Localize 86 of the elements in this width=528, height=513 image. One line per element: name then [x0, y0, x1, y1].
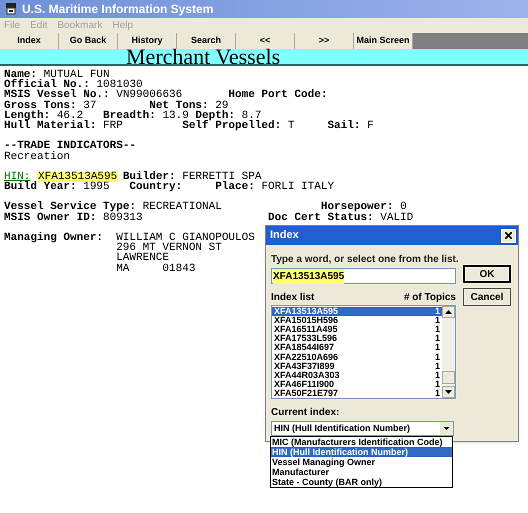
field-value: VN99006636	[116, 90, 182, 101]
field-label: Self Propelled:	[182, 120, 282, 132]
field-label: Doc Cert Status:	[268, 212, 374, 223]
field-label: Place:	[215, 182, 255, 192]
close-button[interactable]	[501, 228, 516, 242]
list-item[interactable]: XFA22510A696 1	[272, 352, 442, 362]
field-value: Recreation	[4, 152, 70, 162]
address-line: WILLIAM C GIANOPOULOS	[116, 233, 255, 244]
list-item[interactable]: XFA17533L596 1	[272, 334, 442, 344]
field-value: 46.2	[56, 110, 84, 121]
field-value: 8.7	[242, 110, 262, 121]
address-line: MA 01843	[116, 264, 196, 274]
toolbar-button[interactable]: Index	[0, 33, 59, 49]
dialog-button[interactable]: OK	[463, 265, 511, 283]
field-value: 37	[83, 100, 96, 111]
field-label: Net Tons:	[149, 100, 209, 111]
field-value: T	[288, 120, 294, 132]
list-item[interactable]: XFA13513A595 1	[272, 307, 442, 316]
field-value: RECREATIONAL	[142, 202, 222, 213]
field-label: Length:	[4, 110, 50, 121]
scrollbar[interactable]	[442, 306, 455, 398]
field-label: Gross Tons:	[4, 100, 77, 111]
field-text: XFA13513A595	[273, 268, 344, 284]
dropdown-option[interactable]: Manufacturer	[271, 467, 452, 477]
field-value: 1081030	[96, 80, 143, 90]
field-value: 1995	[83, 182, 110, 192]
list-item[interactable]: XFA44R03A303 1	[272, 370, 442, 380]
toolbar-button[interactable]: Search	[177, 33, 236, 49]
field-label: Country:	[129, 182, 182, 192]
field-value: FORLI ITALY	[261, 182, 334, 192]
search-field[interactable]: XFA13513A595	[271, 268, 456, 284]
dialog-title: Index	[270, 228, 299, 244]
field-value: 29	[215, 100, 228, 111]
field-label: Vessel Service Type:	[4, 202, 136, 213]
field-label: Managing Owner:	[4, 233, 104, 246]
field-value: 0	[400, 202, 407, 213]
list-item[interactable]: XFA16511A495 1	[272, 325, 442, 334]
toolbar-button[interactable]: History	[118, 33, 177, 49]
field-label: Builder:	[122, 172, 176, 182]
down-arrow-icon	[445, 390, 452, 394]
toolbar-button[interactable]: <<	[236, 33, 295, 49]
field-value: FERRETTI SPA	[182, 172, 262, 182]
toolbar-button[interactable]: Main Screen	[354, 33, 413, 49]
up-arrow-icon	[445, 310, 452, 314]
hin-link[interactable]: HIN:	[4, 172, 30, 182]
list-item[interactable]: XFA50F21E797 1	[272, 388, 442, 398]
field-value: XFA13513A595	[37, 172, 118, 182]
list-item[interactable]: XFA15015H596 1	[272, 316, 442, 326]
field-label: Sail:	[327, 120, 360, 132]
dropdown-option[interactable]: HIN (Hull Identification Number)	[271, 447, 452, 457]
address-line: 296 MT VERNON ST	[116, 243, 223, 254]
field-label: Hull Material:	[4, 120, 96, 132]
field-label: Home Port Code:	[228, 90, 328, 101]
scrollbar-thumb[interactable]	[442, 371, 455, 384]
list-item[interactable]: XFA43F37I899 1	[272, 362, 442, 371]
dropdown-option[interactable]: Vessel Managing Owner	[271, 457, 452, 467]
list-item[interactable]: XFA18544I697 1	[272, 343, 442, 352]
list-header: Index list	[271, 291, 314, 305]
prompt-label: Type a word, or select one from the list.	[271, 253, 456, 267]
field-value: F	[367, 120, 374, 132]
current-index-label: Current index:	[271, 406, 340, 420]
field-value: VALID	[380, 212, 414, 223]
dropdown-option[interactable]: State - County (BAR only)	[271, 477, 452, 487]
index-dropdown[interactable]: HIN (Hull Identification Number)	[271, 421, 454, 436]
field-value: 13.9	[162, 110, 189, 121]
field-label: --TRADE INDICATORS--	[4, 141, 136, 152]
field-label: MSIS Vessel No.:	[4, 90, 110, 101]
banner-title: Merchant Vessels	[126, 48, 280, 65]
address-line: LAWRENCE	[116, 253, 170, 264]
field-label: Horsepower:	[320, 202, 394, 213]
field-value: 809313	[103, 212, 143, 223]
close-icon	[505, 232, 512, 239]
toolbar-button[interactable]: Go Back	[59, 33, 118, 49]
field-label: Official No.:	[4, 80, 90, 90]
count-header: # of Topics	[404, 291, 456, 305]
field-value: MUTUAL FUN	[44, 70, 110, 80]
dialog-button[interactable]: Cancel	[463, 288, 511, 306]
toolbar-button[interactable]: >>	[295, 33, 354, 49]
field-value: FRP	[103, 120, 123, 132]
field-label: Build Year:	[4, 182, 77, 192]
field-label: MSIS Owner ID:	[4, 212, 96, 223]
field-label: Breadth:	[103, 110, 156, 121]
dropdown-option[interactable]: MIC (Manufacturers Identification Code)	[271, 437, 452, 447]
field-label: Depth:	[195, 110, 236, 121]
list-item[interactable]: XFA46F11I900 1	[272, 380, 442, 389]
window-title: U.S. Maritime Information System	[22, 1, 214, 18]
